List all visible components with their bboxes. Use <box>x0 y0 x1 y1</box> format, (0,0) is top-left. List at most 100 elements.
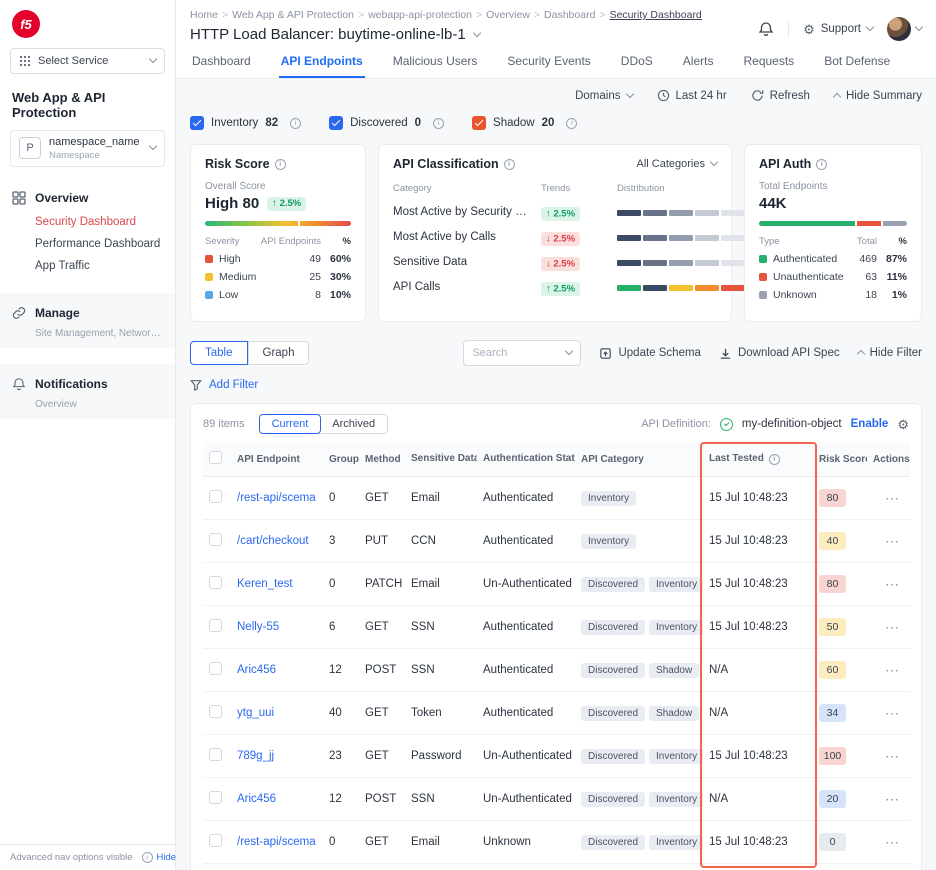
row-checkbox[interactable] <box>209 490 222 503</box>
tab-ddos[interactable]: DDoS <box>619 46 655 78</box>
row-actions-button[interactable]: ⋯ <box>885 619 900 635</box>
hide-filter-toggle[interactable]: Hide Filter <box>858 347 922 359</box>
endpoint-link[interactable]: /rest-api/scema <box>237 492 316 504</box>
filter-shadow[interactable]: Shadow20 i <box>472 116 577 130</box>
row-actions-button[interactable]: ⋯ <box>885 791 900 807</box>
endpoint-link[interactable]: /cart/checkout <box>237 535 309 547</box>
refresh-button[interactable]: Refresh <box>751 89 810 102</box>
sensitive-data-value: Email <box>405 563 477 606</box>
api-definition-value[interactable]: my-definition-object <box>742 418 842 430</box>
endpoint-link[interactable]: Keren_test <box>237 578 293 590</box>
download-api-spec-button[interactable]: Download API Spec <box>719 347 840 360</box>
row-checkbox[interactable] <box>209 619 222 632</box>
checkbox-checked-icon[interactable] <box>472 116 486 130</box>
risk-score-badge: 40 <box>819 532 846 550</box>
tab-malicious-users[interactable]: Malicious Users <box>391 46 480 78</box>
tab-dashboard[interactable]: Dashboard <box>190 46 253 78</box>
endpoints-table-body: /rest-api/scema0GETEmailAuthenticatedInv… <box>203 477 910 864</box>
checkbox-checked-icon[interactable] <box>190 116 204 130</box>
namespace-selector[interactable]: P namespace_name Namespace <box>10 130 165 167</box>
endpoint-link[interactable]: Nelly-55 <box>237 621 279 633</box>
category-badge: Shadow <box>649 663 699 678</box>
chevron-down-icon[interactable] <box>472 28 480 36</box>
col-api-category: API Category <box>575 442 703 477</box>
user-menu[interactable] <box>887 17 922 41</box>
filter-discovered[interactable]: Discovered0 i <box>329 116 444 130</box>
sidebar-item-overview[interactable]: Overview <box>0 185 175 211</box>
checkbox-checked-icon[interactable] <box>329 116 343 130</box>
content: Domains Last 24 hr Refresh <box>176 79 936 870</box>
endpoint-link[interactable]: ytg_uui <box>237 707 274 719</box>
f5-logo[interactable]: f5 <box>12 10 40 38</box>
sensitive-data-value: Password <box>405 735 477 778</box>
all-categories-dropdown[interactable]: All Categories <box>637 158 717 170</box>
api-category-value: DiscoveredInventory <box>575 735 703 778</box>
endpoint-link[interactable]: Aric456 <box>237 664 276 676</box>
breadcrumb-security-dashboard[interactable]: Security Dashboard <box>610 9 702 21</box>
add-filter-button[interactable]: Add Filter <box>190 379 922 391</box>
last-tested-value: 15 Jul 10:48:23 <box>703 477 813 520</box>
table-row: /rest-api/scema0GETEmailUnknownDiscovere… <box>203 821 910 864</box>
select-all-checkbox[interactable] <box>209 451 222 464</box>
info-icon: i <box>504 159 515 170</box>
archived-tab[interactable]: Archived <box>320 415 387 433</box>
filter-inventory[interactable]: Inventory82 i <box>190 116 301 130</box>
update-schema-button[interactable]: Update Schema <box>599 347 700 360</box>
sidebar-item-performance-dashboard[interactable]: Performance Dashboard <box>0 233 175 255</box>
table-view-button[interactable]: Table <box>190 341 248 365</box>
table-row: Aric45612POSTSSNAuthenticatedDiscoveredS… <box>203 649 910 692</box>
time-range-selector[interactable]: Last 24 hr <box>657 89 727 102</box>
row-actions-button[interactable]: ⋯ <box>885 705 900 721</box>
row-checkbox[interactable] <box>209 705 222 718</box>
breadcrumb-dashboard[interactable]: Dashboard <box>544 9 606 21</box>
sidebar-item-security-dashboard[interactable]: Security Dashboard <box>0 211 175 233</box>
row-actions-button[interactable]: ⋯ <box>885 576 900 592</box>
bell-icon[interactable] <box>758 21 774 37</box>
support-menu[interactable]: ⚙ Support <box>803 23 873 36</box>
tab-requests[interactable]: Requests <box>741 46 796 78</box>
breadcrumb-overview[interactable]: Overview <box>486 9 540 21</box>
row-actions-button[interactable]: ⋯ <box>885 490 900 506</box>
row-actions-button[interactable]: ⋯ <box>885 533 900 549</box>
breadcrumb-waap[interactable]: Web App & API Protection <box>232 9 364 21</box>
sidebar-item-app-traffic[interactable]: App Traffic <box>0 255 175 277</box>
endpoint-link[interactable]: Aric456 <box>237 793 276 805</box>
gear-icon[interactable]: ⚙ <box>897 418 909 431</box>
row-checkbox[interactable] <box>209 748 222 761</box>
row-actions-button[interactable]: ⋯ <box>885 662 900 678</box>
tab-security-events[interactable]: Security Events <box>505 46 592 78</box>
type-header: Type <box>759 236 843 247</box>
sidebar-item-notifications[interactable]: Notifications <box>0 371 175 397</box>
domains-dropdown[interactable]: Domains <box>575 90 632 102</box>
row-checkbox[interactable] <box>209 834 222 847</box>
row-checkbox[interactable] <box>209 533 222 546</box>
search-input[interactable] <box>472 347 560 359</box>
risk-level: High <box>205 195 238 212</box>
sidebar-item-manage[interactable]: Manage <box>0 300 175 326</box>
sensitive-data-value: CCN <box>405 520 477 563</box>
info-icon: i <box>290 118 301 129</box>
endpoint-link[interactable]: 789g_jj <box>237 750 274 762</box>
clock-icon <box>657 89 670 102</box>
enable-link[interactable]: Enable <box>851 418 889 430</box>
last-tested-value: 15 Jul 10:48:23 <box>703 606 813 649</box>
breadcrumb-home[interactable]: Home <box>190 9 228 21</box>
row-actions-button[interactable]: ⋯ <box>885 748 900 764</box>
waffle-grid-icon <box>19 55 31 67</box>
hide-nav-options-link[interactable]: Hide <box>157 852 177 863</box>
row-checkbox[interactable] <box>209 662 222 675</box>
row-checkbox[interactable] <box>209 791 222 804</box>
hide-summary-toggle[interactable]: Hide Summary <box>834 90 922 102</box>
tab-alerts[interactable]: Alerts <box>681 46 716 78</box>
select-service-dropdown[interactable]: Select Service <box>10 48 165 74</box>
tab-api-endpoints[interactable]: API Endpoints <box>279 46 365 78</box>
overview-label: Overview <box>35 191 88 205</box>
row-checkbox[interactable] <box>209 576 222 589</box>
chevron-down-icon[interactable] <box>565 347 573 355</box>
tab-bot-defense[interactable]: Bot Defense <box>822 46 892 78</box>
row-actions-button[interactable]: ⋯ <box>885 834 900 850</box>
endpoint-link[interactable]: /rest-api/scema <box>237 836 316 848</box>
current-tab[interactable]: Current <box>259 414 322 434</box>
breadcrumb-webapp-api-protection[interactable]: webapp-api-protection <box>368 9 482 21</box>
graph-view-button[interactable]: Graph <box>248 341 310 365</box>
